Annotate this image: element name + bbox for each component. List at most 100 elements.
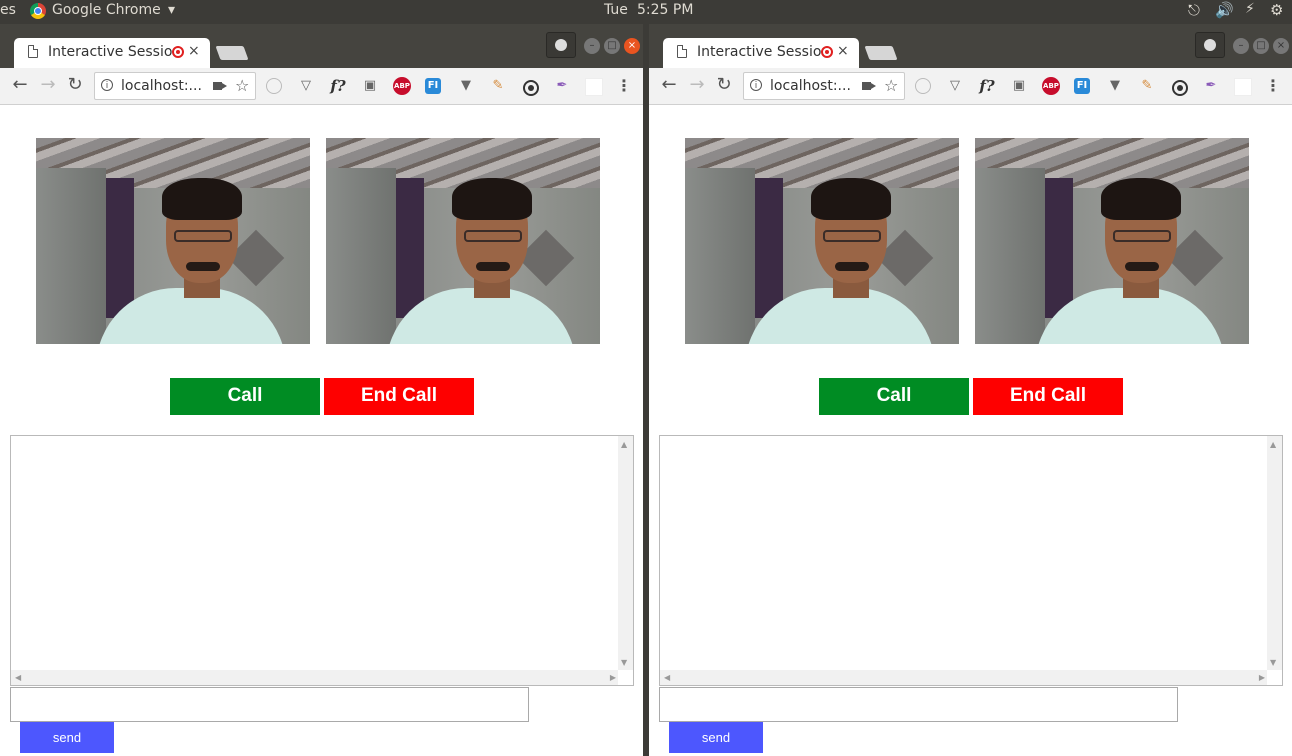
tab-close-icon[interactable]: × <box>188 43 200 59</box>
end-call-button[interactable]: End Call <box>324 378 474 415</box>
diamond-extension-icon[interactable]: ▽ <box>297 77 315 95</box>
tab-close-icon[interactable]: × <box>837 43 849 59</box>
minimize-button[interactable]: – <box>584 38 600 54</box>
info-icon[interactable]: i <box>750 79 762 91</box>
send-button[interactable]: send <box>669 722 763 753</box>
ruler-extension-icon[interactable]: ✎ <box>489 77 507 95</box>
vue-devtools-icon[interactable]: ▼ <box>1106 77 1124 95</box>
vue-devtools-icon[interactable]: ▼ <box>457 77 475 95</box>
fquestion-extension-icon[interactable]: f? <box>978 77 996 95</box>
person-icon <box>555 39 567 51</box>
blank-extension-icon[interactable] <box>1234 78 1252 96</box>
clock-day[interactable]: Tue <box>604 2 628 18</box>
document-icon <box>677 45 687 58</box>
url-text[interactable]: localhost:... <box>121 78 202 94</box>
profile-button[interactable] <box>1195 32 1225 58</box>
reload-button[interactable]: ↻ <box>714 75 734 95</box>
vertical-scrollbar[interactable]: ▲ ▼ <box>1267 436 1282 671</box>
back-button[interactable]: ← <box>659 75 679 95</box>
app-menu-chevron-icon[interactable]: ▾ <box>168 2 175 18</box>
clock-time[interactable]: 5:25 PM <box>637 2 693 18</box>
back-button[interactable]: ← <box>10 75 30 95</box>
tab-title: Interactive Session <box>697 44 821 60</box>
address-bar[interactable]: i localhost:... ☆ <box>94 72 256 100</box>
address-bar[interactable]: i localhost:... ☆ <box>743 72 905 100</box>
scroll-right-arrow-icon[interactable]: ▶ <box>610 673 616 682</box>
scrollbar-corner <box>1267 670 1282 685</box>
scroll-up-arrow-icon[interactable]: ▲ <box>1270 440 1276 449</box>
new-tab-button[interactable] <box>215 46 249 60</box>
record-extension-icon[interactable] <box>523 80 539 96</box>
app-menu-label[interactable]: Google Chrome <box>52 2 161 18</box>
pen-extension-icon[interactable]: ✒ <box>1202 77 1220 95</box>
system-top-bar: es Google Chrome ▾ Tue 5:25 PM ⎋ 🔊 ⚡ ⚙ <box>0 0 1292 24</box>
remote-video <box>326 138 600 344</box>
browser-toolbar: ← → ↻ i localhost:... ☆ ▽ f? ▣ ABP FI ▼ … <box>0 68 643 105</box>
battery-icon[interactable]: ⚡ <box>1245 1 1255 17</box>
screenshot-camera-icon[interactable]: ▣ <box>361 77 379 95</box>
bookmark-star-icon[interactable]: ☆ <box>235 76 249 95</box>
scroll-left-arrow-icon[interactable]: ◀ <box>15 673 21 682</box>
chat-log-textarea[interactable]: ▲ ▼ ◀ ▶ <box>659 435 1283 686</box>
local-video <box>36 138 310 344</box>
scroll-right-arrow-icon[interactable]: ▶ <box>1259 673 1265 682</box>
scroll-left-arrow-icon[interactable]: ◀ <box>664 673 670 682</box>
volume-icon[interactable]: 🔊 <box>1215 1 1234 19</box>
browser-toolbar: ← → ↻ i localhost:... ☆ ▽ f? ▣ ABP FI ▼ … <box>649 68 1292 105</box>
vertical-scrollbar[interactable]: ▲ ▼ <box>618 436 633 671</box>
adblock-plus-icon[interactable]: ABP <box>393 77 411 95</box>
page-content: Call End Call ▲ ▼ ◀ ▶ send <box>0 105 643 756</box>
scroll-down-arrow-icon[interactable]: ▼ <box>621 658 627 667</box>
end-call-button[interactable]: End Call <box>973 378 1123 415</box>
browser-window-left: Interactive Session × – □ × ← → ↻ i loca… <box>0 24 643 756</box>
camera-in-use-icon[interactable] <box>213 82 227 90</box>
profile-button[interactable] <box>546 32 576 58</box>
chrome-menu-icon[interactable]: ⋮ <box>1264 77 1282 95</box>
tab-interactive-session[interactable]: Interactive Session × <box>14 38 210 68</box>
camera-in-use-icon[interactable] <box>862 82 876 90</box>
chrome-menu-icon[interactable]: ⋮ <box>615 77 633 95</box>
ruler-extension-icon[interactable]: ✎ <box>1138 77 1156 95</box>
minimize-button[interactable]: – <box>1233 38 1249 54</box>
message-input[interactable] <box>10 687 529 722</box>
pen-extension-icon[interactable]: ✒ <box>553 77 571 95</box>
url-text[interactable]: localhost:... <box>770 78 851 94</box>
screenshot-camera-icon[interactable]: ▣ <box>1010 77 1028 95</box>
forward-button[interactable]: → <box>38 75 58 95</box>
blank-extension-icon[interactable] <box>585 78 603 96</box>
fi-extension-icon[interactable]: FI <box>1074 78 1090 94</box>
scroll-down-arrow-icon[interactable]: ▼ <box>1270 658 1276 667</box>
info-icon[interactable]: i <box>101 79 113 91</box>
horizontal-scrollbar[interactable]: ◀ ▶ <box>660 670 1269 685</box>
forward-button[interactable]: → <box>687 75 707 95</box>
power-icon[interactable]: ⚙ <box>1270 1 1283 19</box>
fquestion-extension-icon[interactable]: f? <box>329 77 347 95</box>
local-video <box>685 138 959 344</box>
diamond-extension-icon[interactable]: ▽ <box>946 77 964 95</box>
extension-circle-icon[interactable] <box>266 78 282 94</box>
close-window-button[interactable]: × <box>1273 38 1289 54</box>
person-icon <box>1204 39 1216 51</box>
close-window-button[interactable]: × <box>624 38 640 54</box>
scroll-up-arrow-icon[interactable]: ▲ <box>621 440 627 449</box>
chat-log-textarea[interactable]: ▲ ▼ ◀ ▶ <box>10 435 634 686</box>
reload-button[interactable]: ↻ <box>65 75 85 95</box>
message-input[interactable] <box>659 687 1178 722</box>
document-icon <box>28 45 38 58</box>
maximize-button[interactable]: □ <box>604 38 620 54</box>
bookmark-star-icon[interactable]: ☆ <box>884 76 898 95</box>
record-extension-icon[interactable] <box>1172 80 1188 96</box>
call-button[interactable]: Call <box>819 378 969 415</box>
call-button[interactable]: Call <box>170 378 320 415</box>
new-tab-button[interactable] <box>864 46 898 60</box>
adblock-plus-icon[interactable]: ABP <box>1042 77 1060 95</box>
network-icon[interactable]: ⎋ <box>1188 1 1200 19</box>
tab-interactive-session[interactable]: Interactive Session × <box>663 38 859 68</box>
recording-indicator-icon <box>821 46 833 58</box>
send-button[interactable]: send <box>20 722 114 753</box>
fi-extension-icon[interactable]: FI <box>425 78 441 94</box>
horizontal-scrollbar[interactable]: ◀ ▶ <box>11 670 620 685</box>
recording-indicator-icon <box>172 46 184 58</box>
maximize-button[interactable]: □ <box>1253 38 1269 54</box>
extension-circle-icon[interactable] <box>915 78 931 94</box>
